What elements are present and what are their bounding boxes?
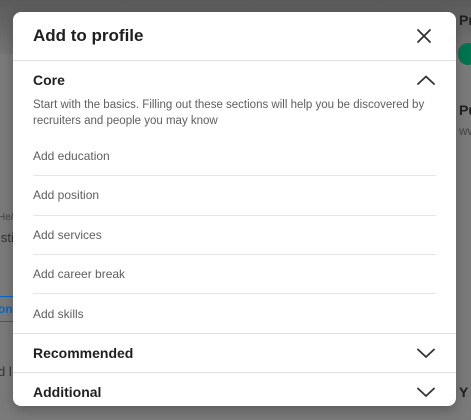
section-core-items: Add education Add position Add services … [13, 137, 456, 333]
section-recommended-title: Recommended [33, 345, 134, 362]
section-additional-toggle[interactable]: Additional [13, 373, 456, 406]
background-right-heading: Pr [459, 12, 471, 28]
background-text-fragment: isti [0, 230, 14, 245]
dialog-title: Add to profile [33, 26, 144, 45]
add-education-item[interactable]: Add education [33, 137, 436, 177]
section-recommended-toggle[interactable]: Recommended [13, 334, 456, 372]
chevron-down-icon [416, 347, 436, 359]
section-core: Core Start with the basics. Filling out … [13, 61, 456, 333]
section-core-description: Start with the basics. Filling out these… [33, 99, 425, 127]
section-core-toggle[interactable]: Core [13, 61, 456, 99]
chevron-down-icon [416, 386, 436, 398]
dialog-header: Add to profile [13, 12, 456, 61]
background-right-heading: Pu [459, 102, 471, 118]
close-button[interactable] [408, 20, 440, 52]
section-additional-title: Additional [33, 384, 102, 401]
background-text-pronoun: He/ [0, 212, 14, 223]
add-services-item[interactable]: Add services [33, 216, 436, 255]
add-to-profile-dialog: Add to profile Core Start with the basic… [13, 12, 456, 406]
background-tab: on [0, 296, 14, 322]
background-text-fragment: d l [0, 364, 12, 379]
background-green-button [458, 43, 471, 65]
close-icon [417, 29, 431, 43]
add-skills-item[interactable]: Add skills [33, 294, 436, 333]
section-additional: Additional [13, 372, 456, 406]
section-recommended: Recommended [13, 333, 456, 372]
background-tab-label: on [0, 302, 13, 316]
add-position-item[interactable]: Add position [33, 176, 436, 216]
background-right-sub: ww [459, 124, 471, 138]
add-career-break-item[interactable]: Add career break [33, 255, 436, 295]
section-core-title: Core [33, 72, 65, 88]
background-right-heading: Y [459, 384, 469, 400]
chevron-up-icon [416, 74, 436, 86]
